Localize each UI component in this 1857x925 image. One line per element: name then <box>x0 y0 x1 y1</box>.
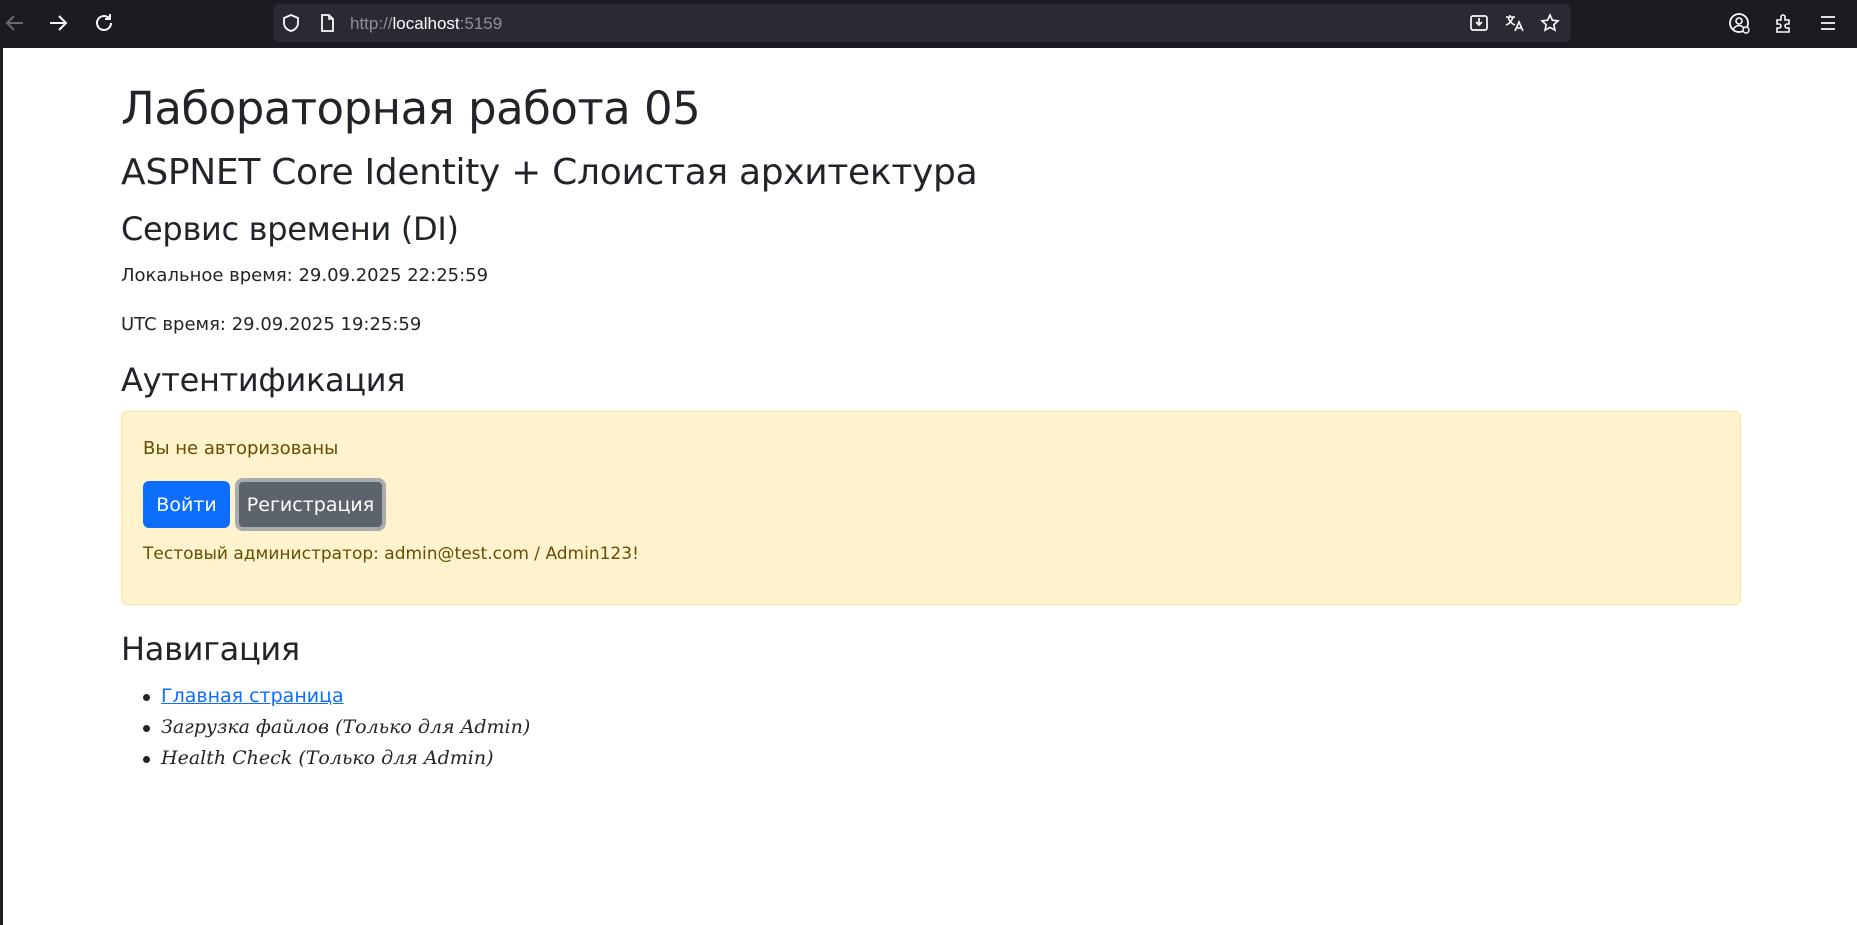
extensions-icon <box>1776 14 1790 33</box>
url-host: localhost <box>392 14 460 33</box>
local-time: Локальное время: 29.09.2025 22:25:59 <box>121 265 489 286</box>
account-icon <box>1729 13 1750 34</box>
time-service-heading: Сервис времени (DI) <box>121 210 459 248</box>
test-admin-note: Тестовый администратор: admin@test.com /… <box>143 544 639 564</box>
forward-arrow-icon <box>50 15 68 31</box>
reload-icon <box>96 14 112 31</box>
account-button[interactable] <box>1725 9 1753 37</box>
reload-button[interactable] <box>87 6 121 40</box>
translate-icon[interactable] <box>1504 13 1524 33</box>
auth-alert: Вы не авторизованы Войти Регистрация Тес… <box>121 411 1741 605</box>
list-item: Health Check (Только для Admin) <box>121 743 530 774</box>
back-arrow-icon <box>5 15 23 31</box>
utc-time: UTC время: 29.09.2025 19:25:59 <box>121 314 422 335</box>
browser-toolbar: http://localhost:5159 <box>0 0 1857 48</box>
url-text[interactable]: http://localhost:5159 <box>350 14 502 34</box>
navigation-list: Главная страница Загрузка файлов (Только… <box>121 681 530 774</box>
list-item: Главная страница <box>121 681 530 712</box>
register-button[interactable]: Регистрация <box>235 478 386 531</box>
shield-icon[interactable] <box>281 13 301 33</box>
menu-button[interactable] <box>1814 9 1842 37</box>
back-button[interactable] <box>0 6 32 40</box>
auth-heading: Аутентификация <box>121 361 406 399</box>
url-port: :5159 <box>459 14 503 33</box>
page-icon[interactable] <box>317 13 337 33</box>
list-item: Загрузка файлов (Только для Admin) <box>121 712 530 743</box>
star-icon[interactable] <box>1540 13 1560 33</box>
auth-status-message: Вы не авторизованы <box>143 438 339 459</box>
health-check-item: Health Check (Только для Admin) <box>161 747 494 769</box>
download-icon[interactable] <box>1469 13 1489 33</box>
url-scheme: http:// <box>350 14 393 33</box>
page-title: Лабораторная работа 05 <box>121 82 701 135</box>
home-link[interactable]: Главная страница <box>161 685 344 707</box>
file-upload-item: Загрузка файлов (Только для Admin) <box>161 716 531 738</box>
page-subtitle: ASPNET Core Identity + Слоистая архитект… <box>121 152 978 193</box>
url-bar[interactable]: http://localhost:5159 <box>273 4 1571 42</box>
forward-button[interactable] <box>41 6 75 40</box>
login-button[interactable]: Войти <box>143 481 230 528</box>
menu-icon <box>1821 16 1835 30</box>
page-frame-border <box>0 48 3 925</box>
extensions-button[interactable] <box>1770 9 1798 37</box>
navigation-heading: Навигация <box>121 630 300 668</box>
